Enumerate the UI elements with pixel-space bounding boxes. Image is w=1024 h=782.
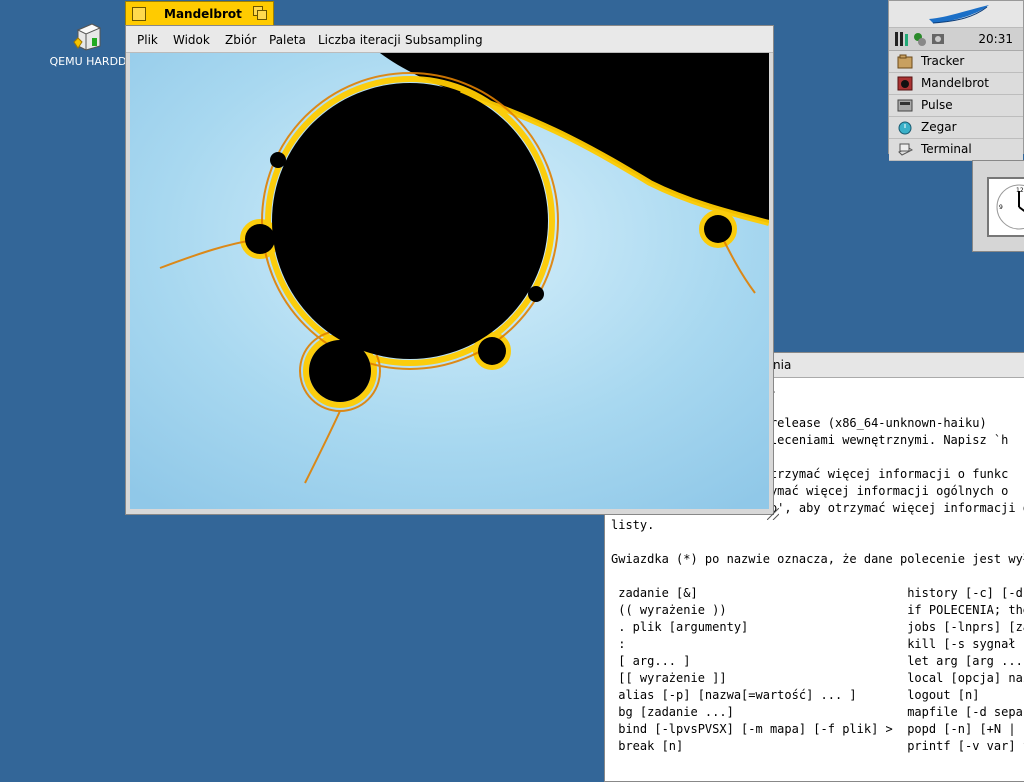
cpu-meter-icon[interactable]	[895, 32, 908, 46]
terminal-line: Gwiazdka (*) po nazwie oznacza, że dane …	[611, 552, 1024, 566]
window-title: Mandelbrot	[164, 7, 242, 21]
deskbar-item-terminal[interactable]: Terminal	[889, 139, 1023, 161]
menu-plik[interactable]: Plik	[137, 33, 158, 47]
deskbar-item-label: Terminal	[921, 142, 972, 156]
menu-subsampling[interactable]: Subsampling	[405, 33, 483, 47]
tracker-icon	[897, 54, 913, 69]
clock-window[interactable]: 12 9	[972, 160, 1024, 252]
hard-disk-icon	[72, 20, 104, 52]
deskbar: 20:31 Tracker Mandelbrot Pulse Zegar Ter…	[888, 0, 1024, 161]
svg-text:12: 12	[1016, 187, 1024, 194]
desktop-icon-label: QEMU HARDD	[49, 55, 127, 68]
terminal-title: nia	[773, 358, 792, 372]
menu-widok[interactable]: Widok	[173, 33, 210, 47]
terminal-line: break [n] printf [-v var] fo	[611, 739, 1024, 753]
mandelbrot-title-tab[interactable]: Mandelbrot	[125, 1, 274, 26]
deskbar-item-mandelbrot[interactable]: Mandelbrot	[889, 73, 1023, 95]
terminal-line: listy.	[611, 518, 655, 532]
mandelbrot-fractal	[130, 53, 769, 509]
deskbar-item-zegar[interactable]: Zegar	[889, 117, 1023, 139]
deskbar-item-label: Mandelbrot	[921, 76, 989, 90]
haiku-leaf-icon	[929, 5, 989, 24]
mandelbrot-icon	[897, 76, 913, 91]
terminal-icon	[897, 142, 913, 157]
deskbar-item-label: Pulse	[921, 98, 953, 112]
resize-handle[interactable]	[766, 507, 780, 521]
terminal-line: [[ wyrażenie ]] local [opcja] nazw	[611, 671, 1024, 685]
terminal-line: : kill [-s sygnał |	[611, 637, 1024, 651]
terminal-line: bg [zadanie ...] mapfile [-d separa	[611, 705, 1024, 719]
menu-paleta[interactable]: Paleta	[269, 33, 306, 47]
terminal-line: alias [-p] [nazwa[=wartość] ... ] logout…	[611, 688, 980, 702]
deskbar-item-label: Zegar	[921, 120, 957, 134]
svg-text:9: 9	[999, 204, 1003, 211]
close-button[interactable]	[132, 7, 146, 21]
zoom-button[interactable]	[253, 6, 267, 20]
terminal-line: [ arg... ] let arg [arg ...]	[611, 654, 1024, 668]
terminal-line: bind [-lpvsPVSX] [-m mapa] [-f plik] > p…	[611, 722, 1024, 736]
deskbar-tray: 20:31	[889, 28, 1023, 51]
menu-liczba-iteracji[interactable]: Liczba iteracji	[318, 33, 401, 47]
terminal-line: (( wyrażenie )) if POLECENIA; then	[611, 603, 1024, 617]
deskbar-item-label: Tracker	[921, 54, 965, 68]
mandelbrot-canvas[interactable]	[130, 53, 769, 509]
menu-bar: Plik Widok Zbiór Paleta Liczba iteracji …	[126, 26, 773, 53]
terminal-line: zadanie [&] history [-c] [-d o	[611, 586, 1024, 600]
pulse-icon	[897, 98, 913, 113]
deskbar-item-pulse[interactable]: Pulse	[889, 95, 1023, 117]
analog-clock-face: 12 9	[987, 177, 1024, 237]
media-icon[interactable]	[931, 32, 944, 46]
network-icon[interactable]	[913, 32, 926, 46]
menu-zbior[interactable]: Zbiór	[225, 33, 256, 47]
terminal-line: . plik [argumenty] jobs [-lnprs] [zad	[611, 620, 1024, 634]
deskbar-menu-button[interactable]	[889, 1, 1023, 28]
clock-icon	[897, 120, 913, 135]
deskbar-clock[interactable]: 20:31	[978, 32, 1013, 46]
deskbar-item-tracker[interactable]: Tracker	[889, 51, 1023, 73]
desktop-icon-qemu-harddisk[interactable]: QEMU HARDD	[46, 20, 130, 68]
mandelbrot-window[interactable]: Plik Widok Zbiór Paleta Liczba iteracji …	[125, 25, 780, 521]
